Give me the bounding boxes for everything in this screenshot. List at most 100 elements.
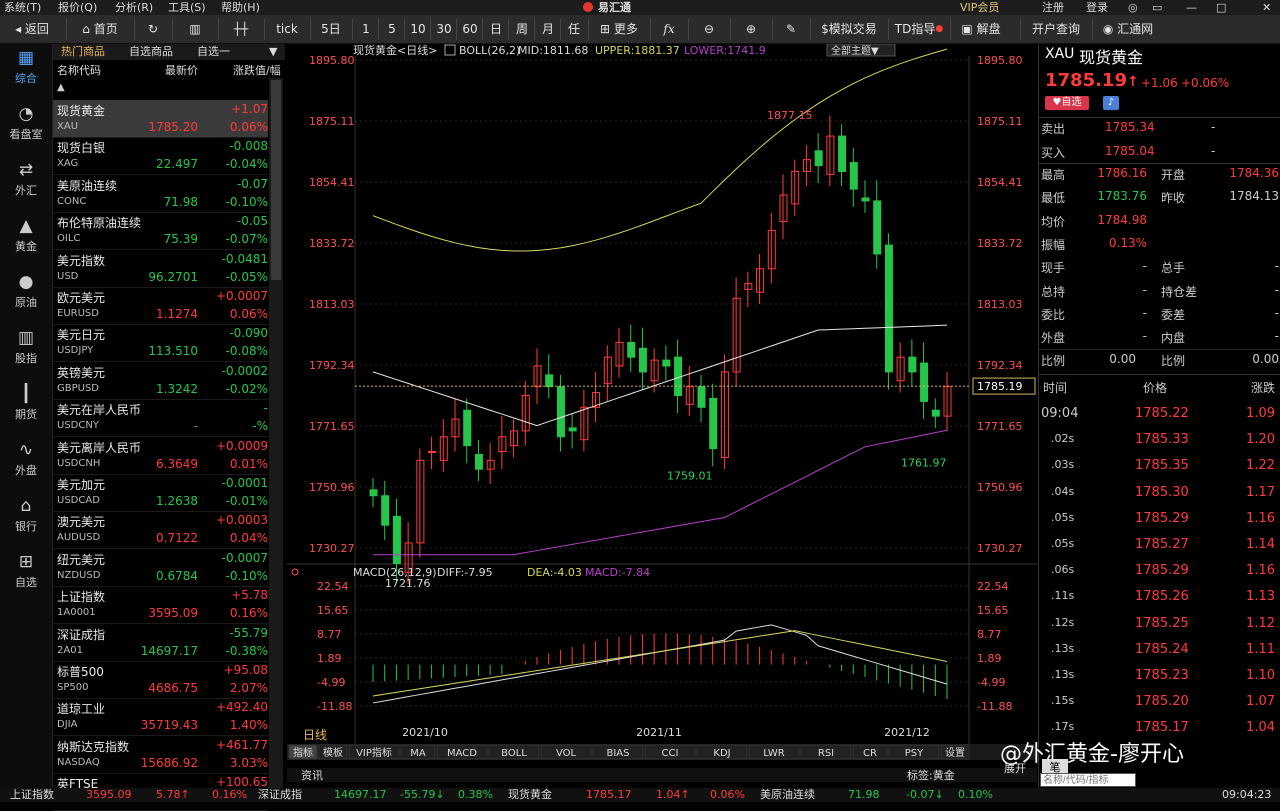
quote-pct: 0.06%	[229, 307, 268, 321]
pen-button[interactable]: 笔	[1042, 759, 1068, 774]
minimize-icon[interactable]: —	[1186, 0, 1197, 15]
back-button[interactable]: ◂ 返回	[4, 18, 60, 40]
register-link[interactable]: 注册	[1042, 0, 1064, 15]
pane-settings-icon[interactable]	[291, 568, 299, 576]
quote-row[interactable]: 美元加元 USDCAD 1.2638 -0.0001 -0.01%	[53, 474, 268, 512]
window-restore-icon[interactable]: ▭	[1152, 0, 1162, 15]
nav-item-9[interactable]: ⊞ 自选	[0, 548, 52, 602]
nav-item-4[interactable]: ● 原油	[0, 268, 52, 322]
quote-row[interactable]: 美元指数 USD 96.2701 -0.0481 -0.05%	[53, 250, 268, 288]
stat-value: -	[1274, 329, 1279, 344]
quote-row[interactable]: 纽元美元 NZDUSD 0.6784 -0.0007 -0.10%	[53, 549, 268, 587]
nav-item-7[interactable]: ∿ 外盘	[0, 436, 52, 490]
candle-body	[744, 282, 753, 290]
scrollbar[interactable]	[269, 78, 283, 788]
menu-quote[interactable]: 报价(Q)	[58, 0, 97, 15]
zoom-in-button[interactable]: ⊕	[730, 18, 771, 40]
5day-button[interactable]: 5日	[310, 18, 351, 40]
interpret-button[interactable]: ▣ 解盘	[950, 18, 1011, 40]
nav-item-5[interactable]: ▥ 股指	[0, 324, 52, 378]
nav-item-6[interactable]: ┃ 期货	[0, 380, 52, 434]
quote-row[interactable]: 上证指数 1A0001 3595.09 +5.78 0.16%	[53, 586, 268, 625]
period-60[interactable]: 60	[456, 18, 483, 40]
expand-button[interactable]: 展开	[1004, 760, 1038, 775]
col-price[interactable]: 最新价	[165, 62, 198, 78]
zoom-out-button[interactable]: ⊖	[688, 18, 729, 40]
period-1[interactable]: 1	[352, 18, 379, 40]
chart-panel[interactable]: 1895.80 1895.80 1875.11 1875.11 1854.41 1854.…	[287, 44, 1037, 788]
login-link[interactable]: 登录	[1086, 0, 1108, 15]
add-favorite-button[interactable]: ♥自选	[1045, 96, 1089, 110]
quote-price: 6.3649	[156, 456, 198, 471]
nav-label: 股指	[15, 352, 37, 365]
chart-bar-button[interactable]: ▥	[172, 18, 217, 40]
candle-body	[627, 341, 636, 358]
period-30[interactable]: 30	[430, 18, 457, 40]
refresh-button[interactable]: ↻	[134, 18, 171, 40]
quote-row[interactable]: 道琼工业 DJIA 35719.43 +492.40 1.40%	[53, 698, 268, 737]
current-price-label: 1785.19	[977, 380, 1023, 393]
tab-custom[interactable]: 自选商品	[129, 44, 173, 60]
quote-row[interactable]: 英镑美元 GBPUSD 1.3242 -0.0002 -0.02%	[53, 362, 268, 400]
nav-item-2[interactable]: ⇄ 外汇	[0, 156, 52, 210]
menu-analysis[interactable]: 分析(R)	[115, 0, 153, 15]
divider	[1039, 163, 1280, 164]
sim-trade-button[interactable]: $模拟交易	[810, 18, 887, 40]
col-name[interactable]: 名称代码	[57, 62, 101, 78]
menu-system[interactable]: 系统(T)	[4, 0, 41, 15]
sort-up-icon[interactable]: ▲	[57, 82, 65, 93]
quote-row[interactable]: 现货白银 XAG 22.497 -0.008 -0.04%	[53, 137, 268, 176]
huitong-button[interactable]: ◉ 汇通网	[1092, 18, 1163, 40]
quote-row[interactable]: 澳元美元 AUDUSD 0.7122 +0.0003 0.04%	[53, 511, 268, 550]
nav-item-0[interactable]: ▦ 综合	[0, 44, 52, 98]
quote-price: -	[193, 419, 198, 434]
headset-icon[interactable]: ◎	[1128, 0, 1138, 15]
quote-row[interactable]: 美元离岸人民币 USDCNH 6.3649 +0.0009 0.01%	[53, 437, 268, 475]
nav-item-8[interactable]: ⌂ 银行	[0, 492, 52, 546]
search-input[interactable]	[1040, 773, 1136, 787]
nav-item-1[interactable]: ◔ 看盘室	[0, 100, 52, 154]
tab-dropdown-icon[interactable]: ▼	[269, 44, 277, 60]
td-guide-button[interactable]: TD指导●	[888, 18, 949, 40]
period-5[interactable]: 5	[378, 18, 405, 40]
quote-row[interactable]: 欧元美元 EURUSD 1.1274 +0.0007 0.06%	[53, 287, 268, 325]
quote-code: 1A0001	[57, 607, 96, 619]
more-button[interactable]: ⊞ 更多	[588, 18, 649, 40]
open-account-button[interactable]: 开户查询	[1020, 18, 1091, 40]
quote-row[interactable]: 美原油连续 CONC 71.98 -0.07 -0.10%	[53, 175, 268, 213]
macd-axis-label: 22.54	[317, 580, 349, 593]
period-any[interactable]: 任	[560, 18, 587, 40]
quote-row[interactable]: 标普500 SP500 4686.75 +95.08 2.07%	[53, 661, 268, 699]
quote-price: 22.497	[156, 157, 198, 172]
nav-item-3[interactable]: ▲ 黄金	[0, 212, 52, 266]
period-month[interactable]: 月	[534, 18, 561, 40]
tab-custom-one[interactable]: 自选一	[197, 44, 230, 60]
close-icon[interactable]: ✕	[1262, 0, 1271, 15]
col-change[interactable]: 涨跌值/幅	[233, 62, 281, 78]
alert-bell-button[interactable]: ♪	[1103, 96, 1119, 110]
quote-row[interactable]: 美元在岸人民币 USDCNY - - -%	[53, 399, 268, 438]
period-week[interactable]: 周	[508, 18, 535, 40]
maximize-icon[interactable]: □	[1216, 0, 1226, 15]
tick-button[interactable]: tick	[264, 18, 309, 40]
tab-hot[interactable]: 热门商品	[61, 44, 105, 60]
menu-help[interactable]: 帮助(H)	[221, 0, 260, 15]
candle-button[interactable]: ┼┼	[218, 18, 263, 40]
chart-svg[interactable]: 1895.80 1895.80 1875.11 1875.11 1854.41 1854.…	[287, 44, 1037, 788]
formula-button[interactable]: fx	[650, 18, 687, 40]
tag-label: 标签:黄金	[907, 768, 955, 782]
vip-link[interactable]: VIP会员	[960, 0, 999, 15]
scrollbar-thumb[interactable]	[271, 80, 281, 280]
quote-row[interactable]: 深证成指 2A01 14697.17 -55.79 -0.38%	[53, 624, 268, 662]
period-10[interactable]: 10	[404, 18, 431, 40]
home-button[interactable]: ⌂ 首页	[66, 18, 133, 40]
quote-row[interactable]: 美元日元 USDJPY 113.510 -0.090 -0.08%	[53, 324, 268, 363]
quote-row[interactable]: 纳斯达克指数 NASDAQ 15686.92 +461.77 3.03%	[53, 736, 268, 774]
menu-tools[interactable]: 工具(S)	[168, 0, 206, 15]
stat-value: -	[1142, 329, 1147, 344]
quote-row[interactable]: 现货黄金 XAU 1785.20 +1.07 0.06%	[53, 100, 268, 138]
indicator-icon[interactable]	[444, 44, 456, 56]
quote-row[interactable]: 布伦特原油连续 OILC 75.39 -0.05 -0.07%	[53, 212, 268, 251]
period-day[interactable]: 日	[482, 18, 509, 40]
draw-button[interactable]: ✎	[772, 18, 809, 40]
